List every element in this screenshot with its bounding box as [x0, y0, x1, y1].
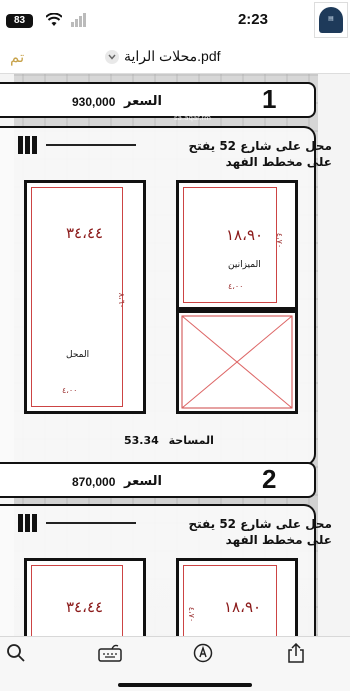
void-cross-icon: [181, 315, 293, 409]
unit-2-title: محل على شارع 52 يفتح على مخطط الفهد: [188, 517, 332, 547]
unit-2-title-rule: [46, 522, 136, 524]
document-title[interactable]: محلات الراية.pdf: [105, 48, 221, 65]
signal-icon: [71, 13, 86, 27]
unit-1-price: 930,000 السعر: [72, 92, 162, 114]
share-icon[interactable]: [286, 643, 306, 663]
unit-1-shop-area: ٣٤،٤٤: [66, 224, 104, 242]
unit-2-number: 2: [262, 464, 277, 494]
unit-1-void-area: [176, 310, 298, 414]
done-button[interactable]: تم: [10, 48, 24, 66]
unit-2-shop-area: ٣٤،٤٤: [66, 598, 104, 616]
unit-2-price-label: السعر: [124, 474, 162, 489]
unit-1-bars-icon: [18, 136, 37, 154]
pdf-page[interactable]: 1 930,000 السعر عقار sa.aqar.fm محل على …: [0, 74, 350, 636]
unit-1-shop-label: المحل: [66, 350, 90, 360]
unit-1-price-value: 930,000: [72, 95, 116, 109]
unit-1-mezzanine-depth: ٤،٧٠: [275, 232, 285, 249]
unit-1-mezzanine-label: الميزانين: [228, 260, 261, 270]
unit-1-shop-depth: ٨،٦٠: [117, 292, 127, 309]
unit-1-area-label: المساحة: [168, 434, 214, 447]
battery-icon: 83: [6, 14, 33, 28]
watermark-url: sa.aqar.fm: [174, 114, 211, 122]
unit-1-shop-width: ٤،٠٠: [62, 386, 78, 395]
nav-bar: تم محلات الراية.pdf: [0, 40, 350, 74]
unit-1-title-rule: [46, 144, 136, 146]
unit-1-mezzanine-area: ١٨،٩٠: [226, 226, 264, 244]
unit-1-number: 1: [262, 84, 277, 114]
unit-1-title: محل على شارع 52 يفتح على مخطط الفهد: [188, 139, 332, 169]
wifi-icon: [46, 13, 62, 26]
unit-1-shop-plan: [24, 180, 146, 414]
unit-2-mezzanine-plan: [176, 558, 298, 636]
unit-2-mezzanine-area: ١٨،٩٠: [224, 598, 262, 616]
unit-2-shop-plan: [24, 558, 146, 636]
unit-1-mezzanine-width: ٤،٠٠: [228, 282, 244, 291]
unit-2-mezzanine-depth: ٤،٧٠: [187, 606, 197, 623]
status-bar: 83 2:23 ▤: [0, 0, 350, 40]
unit-2-bars-icon: [18, 514, 37, 532]
document-title-text: محلات الراية.pdf: [124, 48, 221, 64]
markup-icon[interactable]: [98, 643, 122, 663]
home-indicator: [118, 683, 252, 687]
unit-1-area: 53.34 المساحة: [124, 434, 214, 447]
status-time: 2:23: [237, 11, 268, 28]
app-logo[interactable]: ▤: [314, 2, 348, 38]
unit-1-area-value: 53.34: [124, 434, 159, 447]
search-icon[interactable]: [6, 643, 26, 663]
watermark-logo: عقار: [172, 88, 224, 113]
battery-level: 83: [13, 15, 26, 26]
unit-1-price-label: السعر: [124, 94, 162, 109]
chevron-down-icon: [105, 49, 119, 64]
unit-2-price: 870,000 السعر: [72, 472, 162, 494]
highlighter-icon[interactable]: [193, 643, 213, 663]
unit-2-price-value: 870,000: [72, 475, 116, 489]
